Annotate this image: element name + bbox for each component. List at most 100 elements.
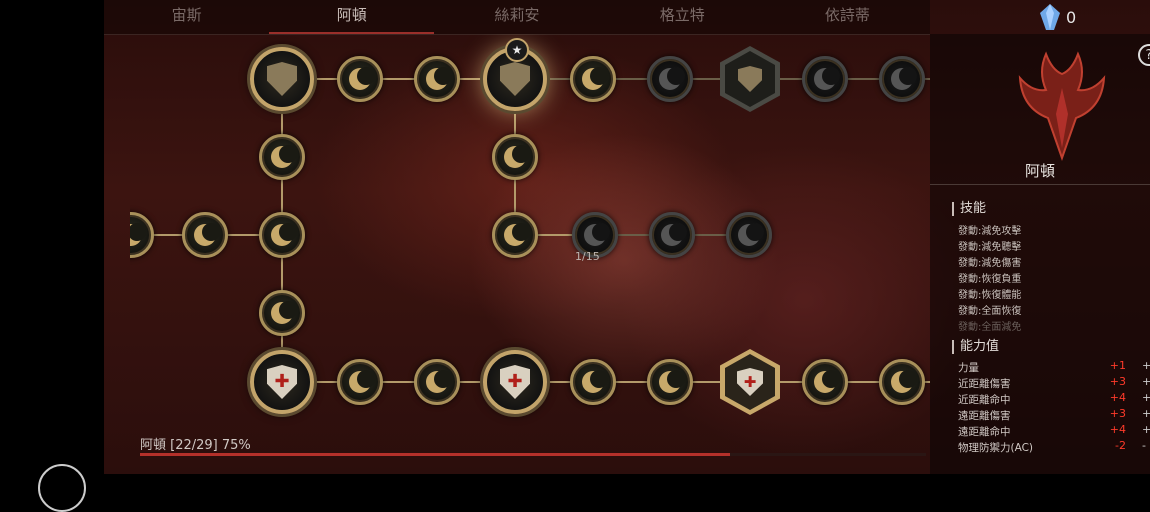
stat-name: 近距離傷害 xyxy=(958,378,1011,390)
shield-emblem-icon xyxy=(738,66,762,92)
stat-name: 力量 xyxy=(958,362,979,374)
talent-node[interactable] xyxy=(492,212,538,258)
talent-node-cross-shield[interactable]: ✚ xyxy=(250,350,314,414)
stats-section-title: 能力值 xyxy=(952,340,999,354)
wolf-emblem-icon xyxy=(500,62,530,96)
constellation-window: 宙斯 阿頓 絲莉安 格立特 依詩蒂 0 ★ 1/15 ✚ ✚ ✚ 阿頓 [22/… xyxy=(104,0,1150,474)
moon-icon xyxy=(582,370,608,393)
moon-icon xyxy=(891,67,917,90)
talent-node[interactable] xyxy=(337,359,383,405)
stat-name: 物理防禦力(AC) xyxy=(958,442,1034,454)
panel-divider xyxy=(930,184,1150,185)
talent-node[interactable] xyxy=(414,359,460,405)
moon-icon xyxy=(504,145,530,168)
stat-extra: + xyxy=(1142,423,1150,436)
talent-node-cross-shield[interactable]: ✚ xyxy=(483,350,547,414)
stat-value: +4 xyxy=(1109,391,1126,404)
tab-sirian[interactable]: 絲莉安 xyxy=(434,0,599,34)
skill-item: 發動:減免聽擊 xyxy=(958,242,1022,253)
currency-value: 0 xyxy=(1066,7,1077,27)
skills-section-title: 技能 xyxy=(952,202,986,216)
shield-emblem-icon xyxy=(267,62,297,96)
moon-icon xyxy=(271,301,297,324)
character-tabs: 宙斯 阿頓 絲莉安 格立特 依詩蒂 xyxy=(104,0,930,35)
stat-extra: - xyxy=(1142,439,1146,452)
moon-icon xyxy=(130,223,146,246)
stat-name: 遠距離傷害 xyxy=(958,410,1011,422)
talent-node[interactable] xyxy=(259,134,305,180)
tab-zeus[interactable]: 宙斯 xyxy=(104,0,269,34)
star-icon: ★ xyxy=(505,38,529,62)
talent-node-locked[interactable] xyxy=(802,56,848,102)
talent-node[interactable] xyxy=(570,359,616,405)
stat-value: -2 xyxy=(1115,439,1126,452)
stat-value: +3 xyxy=(1109,407,1126,420)
moon-icon xyxy=(891,370,917,393)
skill-item: 發動:減免攻擊 xyxy=(958,226,1022,237)
moon-icon xyxy=(271,145,297,168)
talent-node[interactable] xyxy=(492,134,538,180)
moon-icon xyxy=(426,370,452,393)
stat-extra: + xyxy=(1142,407,1150,420)
moon-icon xyxy=(582,67,608,90)
moon-icon xyxy=(738,223,764,246)
stat-value: +1 xyxy=(1109,359,1126,372)
moon-icon xyxy=(814,370,840,393)
stat-name: 近距離命中 xyxy=(958,394,1011,406)
moon-icon xyxy=(659,67,685,90)
node-progress-label: 1/15 xyxy=(575,250,600,263)
tree-progress-text: 阿頓 [22/29] 75% xyxy=(140,438,251,453)
tab-aton[interactable]: 阿頓 xyxy=(269,0,435,34)
cross-shield-icon: ✚ xyxy=(500,365,530,399)
talent-node[interactable] xyxy=(570,56,616,102)
talent-node-shield-emblem[interactable] xyxy=(250,47,314,111)
skill-item: 發動:恢復體能 xyxy=(958,290,1022,301)
aton-emblem-icon xyxy=(1018,51,1106,162)
moon-icon xyxy=(349,67,375,90)
stat-value: +4 xyxy=(1109,423,1126,436)
moon-icon xyxy=(426,67,452,90)
moon-icon xyxy=(504,223,530,246)
stat-extra: + xyxy=(1142,359,1150,372)
talent-node[interactable] xyxy=(259,290,305,336)
talent-node[interactable] xyxy=(337,56,383,102)
stat-name: 遠距離命中 xyxy=(958,426,1011,438)
talent-node[interactable] xyxy=(259,212,305,258)
talent-node-locked[interactable] xyxy=(649,212,695,258)
left-black-bar xyxy=(0,0,104,474)
moon-icon xyxy=(194,223,220,246)
home-circle-button[interactable] xyxy=(38,464,86,512)
moon-icon xyxy=(659,370,685,393)
tab-gelit[interactable]: 格立特 xyxy=(600,0,765,34)
help-button[interactable]: ? xyxy=(1138,44,1150,66)
talent-node[interactable] xyxy=(802,359,848,405)
stat-extra: + xyxy=(1142,375,1150,388)
character-info-panel: ? 阿頓 技能 發動:減免攻擊 發動:減免聽擊 發動:減免傷害 發動:恢復負重 … xyxy=(930,34,1150,474)
talent-node-locked[interactable] xyxy=(647,56,693,102)
cross-shield-icon: ✚ xyxy=(737,368,763,396)
tree-progress-bar xyxy=(140,453,926,456)
character-name: 阿頓 xyxy=(1024,162,1055,180)
tab-yishidi[interactable]: 依詩蒂 xyxy=(765,0,930,34)
moon-icon xyxy=(271,223,297,246)
talent-node-locked[interactable] xyxy=(879,56,925,102)
currency-display: 0 xyxy=(1040,4,1076,30)
stat-extra: + xyxy=(1142,391,1150,404)
blue-crystal-icon xyxy=(1040,4,1060,30)
talent-node[interactable] xyxy=(647,359,693,405)
cross-shield-icon: ✚ xyxy=(267,365,297,399)
moon-icon xyxy=(584,223,610,246)
moon-icon xyxy=(349,370,375,393)
stat-value: +3 xyxy=(1109,375,1126,388)
talent-node[interactable] xyxy=(414,56,460,102)
moon-icon xyxy=(661,223,687,246)
moon-icon xyxy=(814,67,840,90)
skill-item: 發動:減免傷害 xyxy=(958,258,1022,269)
talent-node[interactable] xyxy=(182,212,228,258)
skill-item: 發動:恢復負重 xyxy=(958,274,1022,285)
skill-item-locked: 發動:全面減免 xyxy=(958,322,1022,333)
talent-node-locked[interactable] xyxy=(726,212,772,258)
talent-node[interactable] xyxy=(879,359,925,405)
talent-tree: ★ 1/15 ✚ ✚ ✚ xyxy=(130,34,930,449)
tree-progress-fill xyxy=(140,453,730,456)
